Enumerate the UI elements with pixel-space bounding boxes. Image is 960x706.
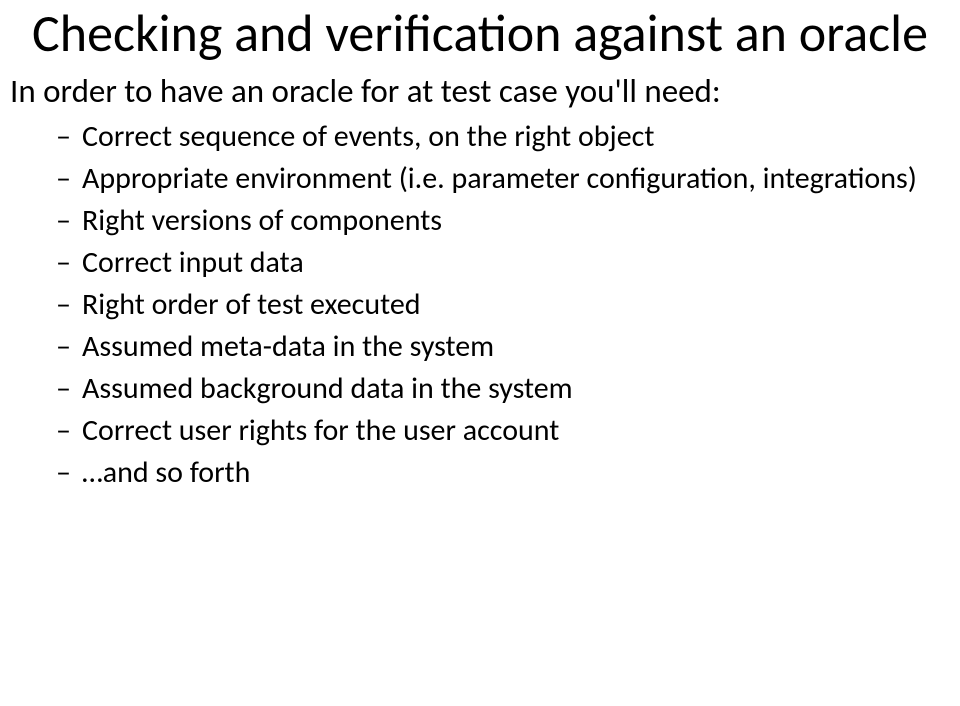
list-item: Correct sequence of events, on the right… (56, 116, 950, 158)
list-item: Assumed meta-data in the system (56, 326, 950, 368)
intro-text: In order to have an oracle for at test c… (10, 70, 950, 112)
list-item: Right versions of components (56, 200, 950, 242)
list-item: Assumed background data in the system (56, 368, 950, 410)
list-item: Correct input data (56, 242, 950, 284)
bullet-list: Correct sequence of events, on the right… (10, 116, 950, 494)
list-item: …and so forth (56, 452, 950, 494)
list-item: Correct user rights for the user account (56, 410, 950, 452)
list-item: Appropriate environment (i.e. parameter … (56, 158, 950, 200)
list-item: Right order of test executed (56, 284, 950, 326)
slide-title: Checking and verification against an ora… (10, 4, 950, 62)
slide: Checking and verification against an ora… (0, 0, 960, 706)
